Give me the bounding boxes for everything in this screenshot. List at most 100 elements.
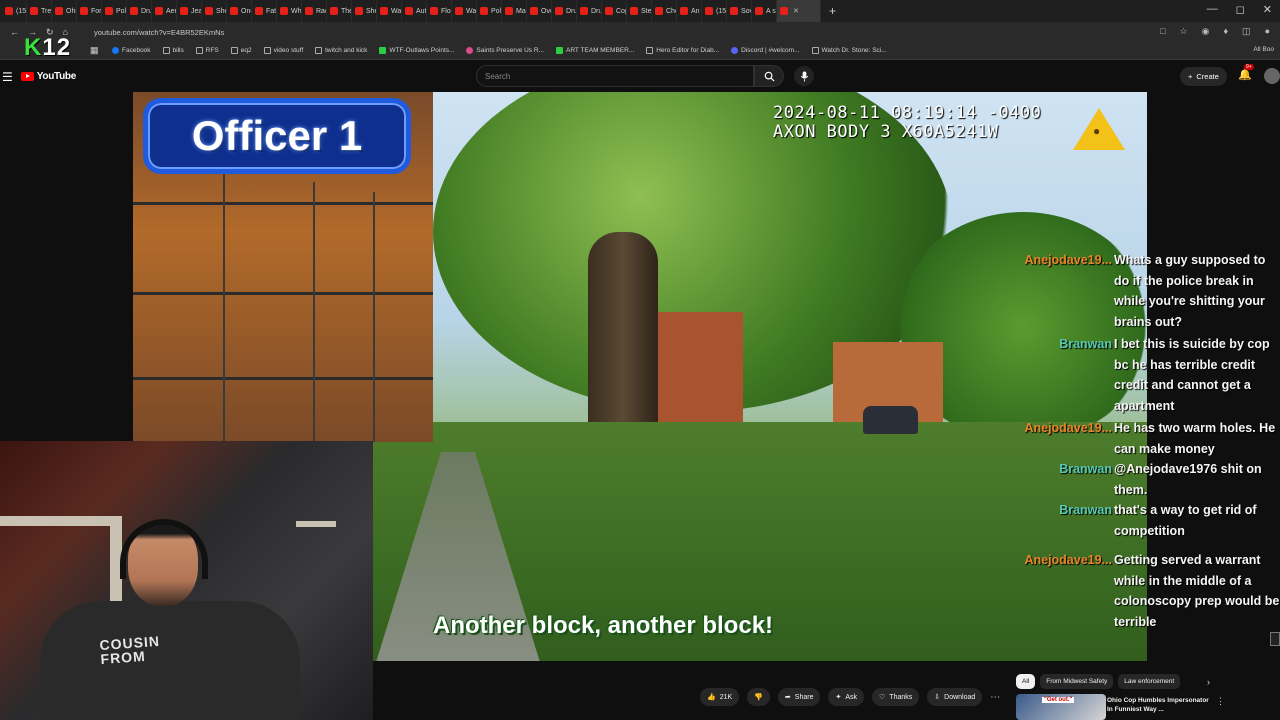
browser-tab[interactable]: (15) <box>702 0 727 22</box>
bookmark-item[interactable]: eq2 <box>230 47 252 54</box>
thanks-label: Thanks <box>889 693 913 701</box>
browser-tab[interactable]: Drui <box>552 0 577 22</box>
support-post <box>313 182 315 442</box>
browser-tab[interactable]: The <box>327 0 352 22</box>
youtube-favicon-icon <box>505 7 513 15</box>
all-bookmarks[interactable]: All Boo <box>1253 46 1274 53</box>
search-input[interactable]: Search <box>476 65 754 87</box>
new-tab-icon[interactable]: + <box>829 4 836 18</box>
avatar[interactable] <box>1264 68 1280 84</box>
tab-title: Drui <box>141 7 152 15</box>
download-button[interactable]: ⇩ Download <box>927 688 983 706</box>
chevron-right-icon[interactable]: › <box>1207 677 1210 687</box>
url-field[interactable]: youtube.com/watch?v=E4BR52EKmNs <box>94 28 224 37</box>
maximize-icon[interactable]: ◻ <box>1236 3 1245 16</box>
chat-text: I bet this is suicide by cop bc he has t… <box>1114 337 1270 413</box>
folder-icon <box>162 47 170 54</box>
bookmark-label: Facebook <box>122 47 151 54</box>
browser-tab[interactable]: Poli <box>102 0 127 22</box>
stream-overlay-logo: K12 <box>24 34 71 62</box>
bookmark-item[interactable]: twitch and kick <box>315 47 367 54</box>
recommendation-title[interactable]: Ohio Cop Humbles Impersonator In Funnies… <box>1107 696 1212 714</box>
youtube-favicon-icon <box>755 7 763 15</box>
browser-tab[interactable]: Fath <box>252 0 277 22</box>
create-button[interactable]: + Create <box>1180 67 1227 86</box>
browser-tab[interactable]: One <box>227 0 252 22</box>
browser-tab-active[interactable]: ✕ <box>777 0 821 22</box>
browser-tab[interactable]: Aere <box>152 0 177 22</box>
browser-tab[interactable]: Tren <box>27 0 52 22</box>
recommendation-menu-icon[interactable]: ⋮ <box>1216 696 1225 707</box>
expand-chat-handle[interactable] <box>1270 632 1280 646</box>
browser-tab[interactable]: Whe <box>277 0 302 22</box>
ask-button[interactable]: ✦ Ask <box>828 688 865 706</box>
thanks-button[interactable]: ♡ Thanks <box>872 688 920 706</box>
menu-icon[interactable]: ☰ <box>2 70 13 84</box>
dislike-button[interactable]: 👎 <box>747 688 770 706</box>
search-button[interactable] <box>754 65 784 87</box>
browser-tab[interactable]: Drui <box>577 0 602 22</box>
browser-tab[interactable]: She <box>352 0 377 22</box>
browser-tab[interactable]: Flori <box>427 0 452 22</box>
browser-tab[interactable]: Fort <box>77 0 102 22</box>
chat-username: Anejodave19... <box>1024 553 1112 567</box>
heart-dollar-icon: ♡ <box>879 694 886 701</box>
youtube-logo[interactable]: YouTube <box>20 71 76 82</box>
browser-tab[interactable]: An <box>677 0 702 22</box>
minimize-icon[interactable]: — <box>1207 3 1218 16</box>
back-icon[interactable]: ← <box>10 27 19 38</box>
browser-tab[interactable]: Wan <box>452 0 477 22</box>
profile-icon[interactable]: ● <box>1265 26 1270 37</box>
browser-tab[interactable]: Wan <box>377 0 402 22</box>
puzzle-icon[interactable]: ♦ <box>1223 26 1228 37</box>
filter-chip[interactable]: From Midwest Safety <box>1040 674 1114 689</box>
tab-title: Raci <box>316 7 326 15</box>
browser-tab[interactable]: Ohi <box>52 0 77 22</box>
like-button[interactable]: 👍 21K <box>700 688 740 706</box>
bookmark-item[interactable]: bills <box>162 47 184 54</box>
more-actions-icon[interactable]: ⋯ <box>990 692 1000 703</box>
tab-title: Fath <box>266 7 277 15</box>
voice-search-button[interactable] <box>794 66 814 86</box>
browser-tab[interactable]: Chel <box>652 0 677 22</box>
bodycam-device: AXON BODY 3 X60A5241W <box>773 122 999 142</box>
browser-tab[interactable]: Cop <box>602 0 627 22</box>
tab-title: The <box>341 7 352 15</box>
browser-tab[interactable]: (15) <box>2 0 27 22</box>
close-tab-icon[interactable]: ✕ <box>793 7 799 15</box>
browser-tab[interactable]: She <box>202 0 227 22</box>
bookmark-item[interactable]: WTF-Outlaws Points... <box>379 47 454 54</box>
bookmark-item[interactable]: Hero Editor for Diab... <box>646 47 719 54</box>
bookmark-item[interactable]: Discord | #welcom... <box>731 47 800 54</box>
bookmark-item[interactable]: Watch Dr. Stone: Sci... <box>811 47 887 54</box>
bookmark-item[interactable]: Facebook <box>112 47 151 54</box>
tab-title: One <box>241 7 251 15</box>
browser-tab[interactable]: Raci <box>302 0 327 22</box>
bookmark-item[interactable]: ART TEAM MEMBER... <box>555 47 634 54</box>
filter-chip[interactable]: All <box>1016 674 1036 689</box>
browser-tab[interactable]: Auti <box>402 0 427 22</box>
browser-tab[interactable]: Poli <box>477 0 502 22</box>
share-button[interactable]: ➦ Share <box>777 688 821 706</box>
bookmark-item[interactable]: RFS <box>195 47 219 54</box>
cast-icon[interactable]: □ <box>1160 26 1165 37</box>
apps-grid-icon[interactable]: ▦ <box>90 45 99 56</box>
filter-chip[interactable]: Law enforcement <box>1118 674 1181 689</box>
star-icon[interactable]: ☆ <box>1180 26 1188 37</box>
youtube-favicon-icon <box>130 7 138 15</box>
browser-tab[interactable]: Jeal <box>177 0 202 22</box>
bookmark-item[interactable]: video stuff <box>263 47 303 54</box>
close-window-icon[interactable]: ✕ <box>1263 3 1272 16</box>
browser-tab-strip: (15) Tren Ohi Fort Poli Drui Aere Jeal She One Fat… <box>0 0 1280 22</box>
browser-tab[interactable]: Sove <box>727 0 752 22</box>
sidepanel-icon[interactable]: ◫ <box>1242 26 1251 37</box>
extension-icon[interactable]: ◉ <box>1202 26 1210 37</box>
notifications-button[interactable]: 🔔 9+ <box>1238 64 1254 81</box>
bookmark-item[interactable]: Saints Preserve Us R... <box>466 47 544 54</box>
browser-tab[interactable]: Drui <box>127 0 152 22</box>
browser-tab[interactable]: Stea <box>627 0 652 22</box>
recommendation-thumbnail[interactable]: "Get out." <box>1016 694 1106 720</box>
browser-tab[interactable]: Ove <box>527 0 552 22</box>
browser-tab[interactable]: A si <box>752 0 777 22</box>
browser-tab[interactable]: Man <box>502 0 527 22</box>
